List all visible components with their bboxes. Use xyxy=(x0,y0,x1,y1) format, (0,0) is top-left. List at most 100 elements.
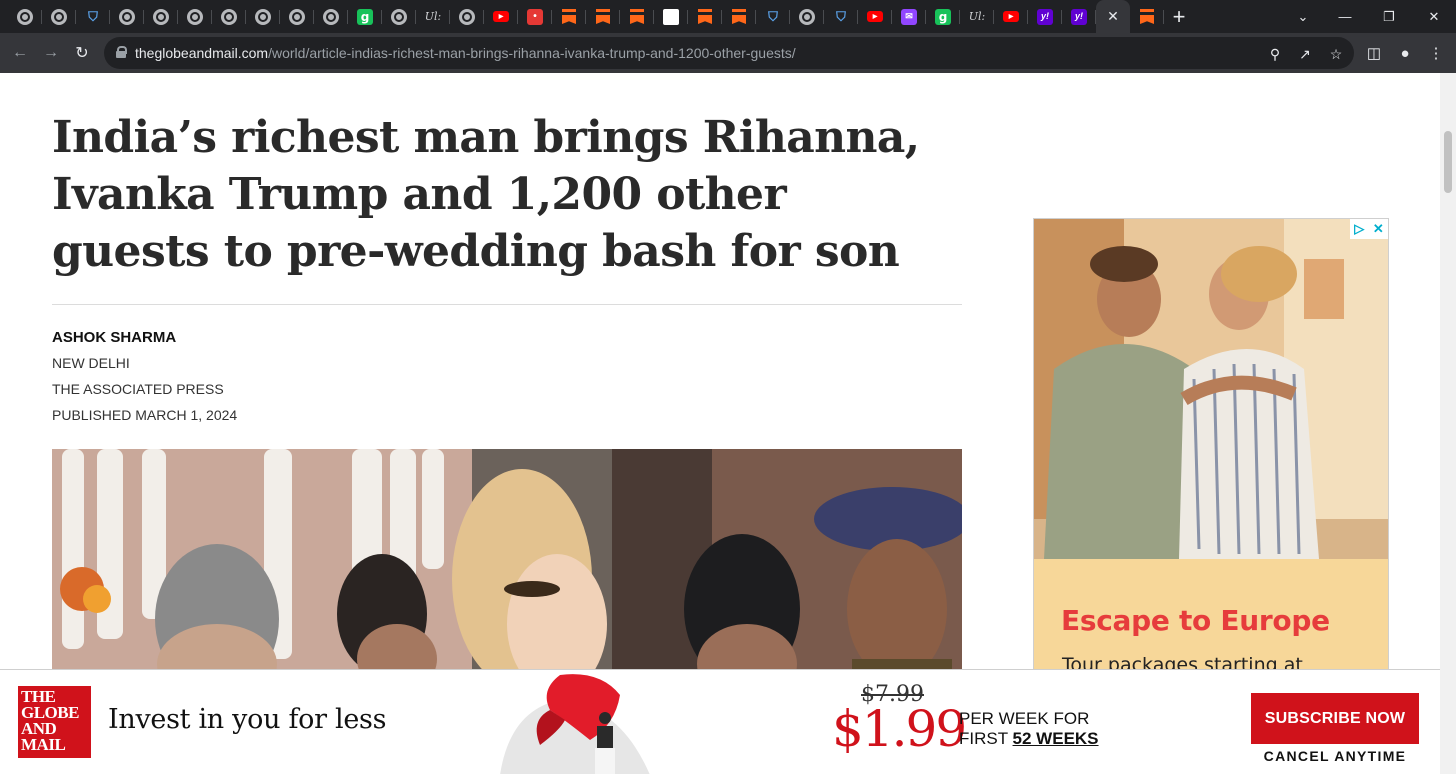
globe-and-mail-logo[interactable]: THE GLOBE AND MAIL xyxy=(18,686,91,758)
browser-tab[interactable]: g xyxy=(348,0,382,33)
author-link[interactable]: ASHOK SHARMA xyxy=(52,329,176,346)
browser-tab[interactable] xyxy=(722,0,756,33)
web-page: India’s richest man brings Rihanna, Ivan… xyxy=(0,73,1440,774)
browser-tab[interactable] xyxy=(178,0,212,33)
article-headline: India’s richest man brings Rihanna, Ivan… xyxy=(52,112,920,277)
browser-tab[interactable]: y! xyxy=(1062,0,1096,33)
ad-choices[interactable]: ▷ ✕ xyxy=(1350,219,1388,239)
article-photo[interactable] xyxy=(52,449,962,679)
g-icon: g xyxy=(357,8,373,25)
news-agency: THE ASSOCIATED PRESS xyxy=(52,381,224,397)
browser-tab[interactable]: ✉ xyxy=(892,0,926,33)
scrollbar-thumb[interactable] xyxy=(1444,131,1452,193)
new-price: $1.99 xyxy=(832,700,967,758)
browser-tab[interactable]: ▶ xyxy=(858,0,892,33)
cancel-anytime-text: CANCEL ANYTIME xyxy=(1263,748,1407,764)
shield-icon: ⛉ xyxy=(88,9,98,24)
browser-tab[interactable] xyxy=(144,0,178,33)
advertisement[interactable]: ▷ ✕ Escape to Europe Tour packages start… xyxy=(1033,218,1389,678)
yahoo-icon: y! xyxy=(1037,8,1053,25)
browser-tab[interactable]: • xyxy=(518,0,552,33)
italic-logo-icon: Ul: xyxy=(968,10,986,23)
subscribe-now-button[interactable]: SUBSCRIBE NOW xyxy=(1251,693,1419,744)
browser-tab[interactable]: y! xyxy=(1028,0,1062,33)
share-icon[interactable]: ↗ xyxy=(1294,43,1316,65)
lock-icon[interactable] xyxy=(116,46,127,58)
minimize-icon[interactable]: — xyxy=(1323,0,1367,33)
globe-icon xyxy=(323,8,339,25)
ad-close-icon[interactable]: ✕ xyxy=(1373,221,1384,237)
browser-tab[interactable] xyxy=(450,0,484,33)
browser-tab[interactable] xyxy=(382,0,416,33)
url-host: theglobeandmail.com xyxy=(135,45,269,61)
tab-search-chevron-icon[interactable]: ⌄ xyxy=(1281,0,1325,33)
globe-icon xyxy=(459,8,475,25)
shield-icon: ⛉ xyxy=(768,9,778,24)
browser-tab[interactable] xyxy=(42,0,76,33)
promo-illustration xyxy=(500,674,650,774)
browser-tab[interactable]: ⛉ xyxy=(824,0,858,33)
browser-tab[interactable] xyxy=(314,0,348,33)
browser-toolbar: ← → ↻ theglobeandmail.com/world/article-… xyxy=(0,33,1456,73)
side-panel-icon[interactable]: ◫ xyxy=(1363,42,1385,64)
close-icon[interactable]: ✕ xyxy=(1107,8,1119,25)
photo-illustration xyxy=(52,449,962,679)
globe-icon xyxy=(221,8,237,25)
new-tab-button[interactable]: + xyxy=(1164,0,1194,33)
document-icon xyxy=(663,8,679,25)
bookmark-star-icon[interactable]: ☆ xyxy=(1325,43,1347,65)
globe-icon xyxy=(51,8,67,25)
restore-icon[interactable]: ❐ xyxy=(1367,0,1411,33)
globe-icon xyxy=(119,8,135,25)
page-scrollbar[interactable] xyxy=(1440,73,1456,774)
zoom-icon[interactable]: ⚲ xyxy=(1264,43,1286,65)
window-close-icon[interactable]: ✕ xyxy=(1412,0,1456,33)
forward-arrow-icon[interactable]: → xyxy=(37,39,65,67)
profile-avatar-icon[interactable]: ● xyxy=(1394,42,1416,64)
substack-icon xyxy=(630,9,644,24)
ad-image[interactable] xyxy=(1034,219,1388,559)
browser-tab[interactable]: ⛉ xyxy=(76,0,110,33)
globe-icon xyxy=(153,8,169,25)
browser-tab[interactable] xyxy=(654,0,688,33)
substack-icon xyxy=(596,9,610,24)
menu-dots-icon[interactable]: ⋮ xyxy=(1425,42,1447,64)
podcast-icon: • xyxy=(527,8,543,25)
substack-icon xyxy=(698,9,712,24)
browser-tab[interactable] xyxy=(790,0,824,33)
browser-tab[interactable] xyxy=(688,0,722,33)
url-path: /world/article-indias-richest-man-brings… xyxy=(268,45,796,61)
browser-tab[interactable] xyxy=(246,0,280,33)
browser-tab[interactable]: ▶ xyxy=(484,0,518,33)
browser-tab[interactable]: Ul: xyxy=(416,0,450,33)
back-arrow-icon[interactable]: ← xyxy=(6,39,34,67)
browser-tab[interactable] xyxy=(552,0,586,33)
ad-photo-couple xyxy=(1034,219,1388,559)
reload-icon[interactable]: ↻ xyxy=(68,39,96,67)
browser-tab[interactable]: ▶ xyxy=(994,0,1028,33)
browser-tab[interactable]: g xyxy=(926,0,960,33)
ad-choices-icon[interactable]: ▷ xyxy=(1354,221,1364,237)
browser-tab[interactable] xyxy=(212,0,246,33)
url-text[interactable]: theglobeandmail.com/world/article-indias… xyxy=(135,45,796,61)
youtube-icon: ▶ xyxy=(493,11,509,22)
browser-tab[interactable] xyxy=(110,0,144,33)
address-bar[interactable]: theglobeandmail.com/world/article-indias… xyxy=(104,37,1354,69)
browser-tab[interactable]: Ul: xyxy=(960,0,994,33)
twitch-icon: ✉ xyxy=(901,8,917,25)
g-icon: g xyxy=(935,8,951,25)
browser-tab[interactable]: ⛉ xyxy=(756,0,790,33)
browser-tab[interactable] xyxy=(1130,0,1164,33)
subscription-banner: THE GLOBE AND MAIL Invest in you for les… xyxy=(0,669,1440,774)
price-per-week: PER WEEK FOR xyxy=(959,709,1090,728)
browser-tab[interactable] xyxy=(586,0,620,33)
browser-tab[interactable]: ✕ xyxy=(1096,0,1130,33)
substack-icon xyxy=(732,9,746,24)
browser-tab[interactable] xyxy=(620,0,654,33)
browser-tab[interactable] xyxy=(280,0,314,33)
ad-headline[interactable]: Escape to Europe xyxy=(1061,604,1330,637)
browser-tab[interactable] xyxy=(8,0,42,33)
dateline-location: NEW DELHI xyxy=(52,355,130,371)
globe-icon xyxy=(391,8,407,25)
shield-icon: ⛉ xyxy=(836,9,846,24)
